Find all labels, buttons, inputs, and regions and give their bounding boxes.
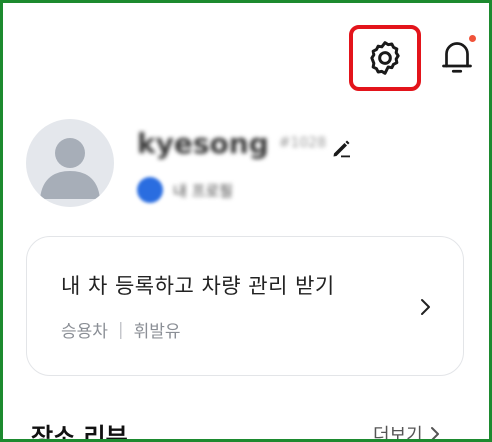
see-more-label: 더보기 — [373, 425, 423, 442]
edit-profile-button[interactable] — [329, 136, 353, 160]
profile-nickname-suffix: #1028 — [278, 135, 327, 151]
person-placeholder-icon — [40, 138, 100, 199]
bell-icon — [442, 42, 472, 73]
gear-icon — [370, 41, 400, 75]
car-registration-card[interactable]: 내 차 등록하고 차량 관리 받기 승용차 | 휘발유 — [26, 236, 464, 376]
profile-badge-text: 내 프로필 — [173, 181, 233, 200]
profile-nickname: kyesong — [137, 126, 269, 160]
settings-button[interactable] — [349, 25, 421, 91]
app-frame: kyesong #1028 내 프로필 내 차 등록하고 차량 관리 받기 승용… — [0, 0, 492, 442]
see-more-link[interactable]: 더보기 — [373, 421, 441, 442]
profile-badge-row[interactable]: 내 프로필 — [137, 175, 233, 205]
profile-nickname-row: kyesong #1028 — [137, 125, 326, 161]
car-card-title: 내 차 등록하고 차량 관리 받기 — [61, 274, 335, 298]
notification-dot — [469, 35, 476, 42]
car-type: 승용차 — [61, 322, 108, 342]
place-reviews-title: 장소 리뷰 — [31, 423, 128, 442]
profile-badge-icon — [137, 177, 163, 203]
chevron-right-icon — [421, 299, 430, 315]
chevron-right-icon — [430, 427, 439, 439]
avatar[interactable] — [26, 119, 114, 207]
separator: | — [117, 319, 124, 340]
car-card-subtitle: 승용차 | 휘발유 — [61, 317, 181, 343]
fuel-type: 휘발유 — [133, 322, 181, 342]
pencil-icon — [333, 140, 350, 158]
